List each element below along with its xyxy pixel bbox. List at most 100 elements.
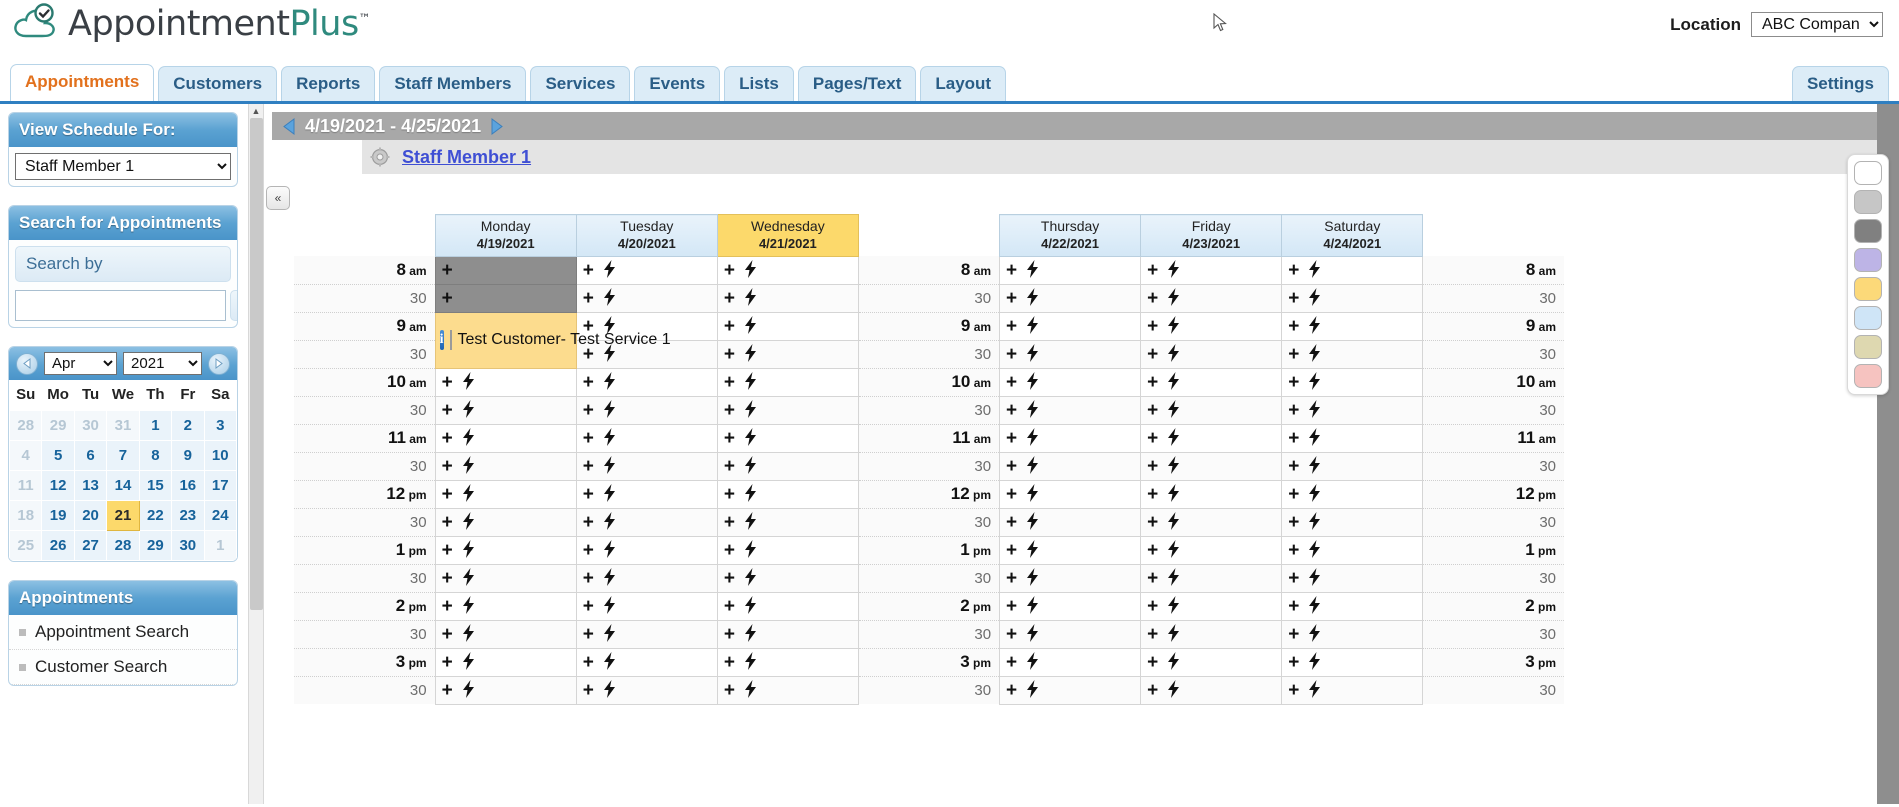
quick-appointment-icon[interactable]	[1308, 455, 1321, 477]
add-appointment-icon[interactable]: +	[1147, 541, 1158, 560]
schedule-slot-saturday-2[interactable]: +	[1281, 311, 1424, 341]
quick-appointment-icon[interactable]	[744, 427, 757, 449]
quick-appointment-icon[interactable]	[603, 539, 616, 561]
schedule-slot-monday-13[interactable]: +	[434, 619, 577, 649]
add-appointment-icon[interactable]: +	[1147, 373, 1158, 392]
quick-appointment-icon[interactable]	[603, 455, 616, 477]
calendar-day-cell[interactable]: 29	[41, 410, 75, 441]
quick-appointment-icon[interactable]	[744, 651, 757, 673]
quick-appointment-icon[interactable]	[603, 679, 616, 701]
schedule-slot-monday-15[interactable]: +	[434, 675, 577, 705]
schedule-slot-thursday-10[interactable]: +	[999, 535, 1142, 565]
schedule-slot-tuesday-9[interactable]: +	[575, 507, 718, 537]
quick-appointment-icon[interactable]	[1167, 511, 1180, 533]
quick-appointment-icon[interactable]	[1308, 427, 1321, 449]
quick-appointment-icon[interactable]	[1308, 539, 1321, 561]
schedule-slot-thursday-14[interactable]: +	[999, 647, 1142, 677]
quick-appointment-icon[interactable]	[744, 679, 757, 701]
calendar-day-cell[interactable]: 2	[171, 410, 205, 441]
add-appointment-icon[interactable]: +	[1288, 345, 1299, 364]
add-appointment-icon[interactable]: +	[1288, 569, 1299, 588]
schedule-slot-wednesday-12[interactable]: +	[716, 591, 859, 621]
schedule-slot-thursday-12[interactable]: +	[999, 591, 1142, 621]
add-appointment-icon[interactable]: +	[1006, 261, 1017, 280]
add-appointment-icon[interactable]: +	[1006, 289, 1017, 308]
quick-appointment-icon[interactable]	[462, 623, 475, 645]
calendar-day-cell[interactable]: 8	[138, 440, 173, 471]
add-appointment-icon[interactable]: +	[583, 625, 594, 644]
schedule-slot-saturday-11[interactable]: +	[1281, 563, 1424, 593]
add-appointment-icon[interactable]: +	[583, 653, 594, 672]
calendar-day-cell[interactable]: 11	[9, 470, 43, 501]
schedule-slot-wednesday-11[interactable]: +	[716, 563, 859, 593]
schedule-slot-wednesday-14[interactable]: +	[716, 647, 859, 677]
calendar-day-cell[interactable]: 15	[138, 470, 173, 501]
add-appointment-icon[interactable]: +	[1006, 681, 1017, 700]
add-appointment-icon[interactable]: +	[1147, 261, 1158, 280]
schedule-slot-saturday-7[interactable]: +	[1281, 451, 1424, 481]
tab-appointments[interactable]: Appointments	[10, 64, 155, 101]
schedule-slot-monday-4[interactable]: +	[434, 367, 577, 397]
add-appointment-icon[interactable]: +	[724, 317, 735, 336]
add-appointment-icon[interactable]: +	[1288, 541, 1299, 560]
swatch-dark-gray[interactable]	[1854, 219, 1882, 243]
quick-appointment-icon[interactable]	[603, 567, 616, 589]
quick-appointment-icon[interactable]	[744, 595, 757, 617]
add-appointment-icon[interactable]: +	[724, 261, 735, 280]
quick-appointment-icon[interactable]	[1167, 455, 1180, 477]
schedule-slot-friday-2[interactable]: +	[1140, 311, 1283, 341]
quick-appointment-icon[interactable]	[462, 483, 475, 505]
quick-appointment-icon[interactable]	[462, 567, 475, 589]
schedule-slot-saturday-9[interactable]: +	[1281, 507, 1424, 537]
quick-appointment-icon[interactable]	[744, 567, 757, 589]
schedule-slot-wednesday-6[interactable]: +	[716, 423, 859, 453]
add-appointment-icon[interactable]: +	[1006, 569, 1017, 588]
schedule-slot-saturday-8[interactable]: +	[1281, 479, 1424, 509]
schedule-slot-monday-11[interactable]: +	[434, 563, 577, 593]
quick-appointment-icon[interactable]	[462, 511, 475, 533]
schedule-slot-friday-12[interactable]: +	[1140, 591, 1283, 621]
calendar-day-cell[interactable]: 12	[41, 470, 75, 501]
schedule-slot-thursday-6[interactable]: +	[999, 423, 1142, 453]
add-appointment-icon[interactable]: +	[1006, 541, 1017, 560]
add-appointment-icon[interactable]: +	[1147, 653, 1158, 672]
schedule-slot-tuesday-13[interactable]: +	[575, 619, 718, 649]
quick-appointment-icon[interactable]	[744, 343, 757, 365]
quick-appointment-icon[interactable]	[603, 343, 616, 365]
add-appointment-icon[interactable]: +	[1288, 401, 1299, 420]
schedule-slot-saturday-6[interactable]: +	[1281, 423, 1424, 453]
add-appointment-icon[interactable]: +	[442, 569, 453, 588]
add-appointment-icon[interactable]: +	[1006, 485, 1017, 504]
calendar-day-cell[interactable]: 7	[106, 440, 140, 471]
quick-appointment-icon[interactable]	[1308, 651, 1321, 673]
quick-appointment-icon[interactable]	[1026, 623, 1039, 645]
add-appointment-icon[interactable]: +	[583, 345, 594, 364]
search-input[interactable]	[15, 290, 226, 321]
sidebar-link-appointment-search[interactable]: Appointment Search	[9, 615, 237, 650]
schedule-slot-thursday-5[interactable]: +	[999, 395, 1142, 425]
quick-appointment-icon[interactable]	[1026, 371, 1039, 393]
calendar-day-cell[interactable]: 22	[138, 500, 173, 531]
quick-appointment-icon[interactable]	[603, 483, 616, 505]
add-appointment-icon[interactable]: +	[724, 513, 735, 532]
add-appointment-icon[interactable]: +	[1288, 261, 1299, 280]
calendar-month-select[interactable]: Apr	[44, 352, 118, 375]
schedule-slot-wednesday-15[interactable]: +	[716, 675, 859, 705]
calendar-day-cell[interactable]: 30	[73, 410, 108, 441]
quick-appointment-icon[interactable]	[603, 595, 616, 617]
add-appointment-icon[interactable]: +	[1147, 429, 1158, 448]
schedule-slot-wednesday-13[interactable]: +	[716, 619, 859, 649]
calendar-day-cell[interactable]: 16	[171, 470, 205, 501]
quick-appointment-icon[interactable]	[744, 399, 757, 421]
add-appointment-icon[interactable]: +	[583, 681, 594, 700]
schedule-slot-tuesday-1[interactable]: +	[575, 283, 718, 313]
quick-appointment-icon[interactable]	[1026, 315, 1039, 337]
calendar-day-cell[interactable]: 29	[138, 530, 173, 561]
schedule-slot-wednesday-7[interactable]: +	[716, 451, 859, 481]
quick-appointment-icon[interactable]	[1167, 595, 1180, 617]
quick-appointment-icon[interactable]	[1308, 483, 1321, 505]
add-appointment-icon[interactable]: +	[1288, 681, 1299, 700]
calendar-day-cell[interactable]: 19	[41, 500, 75, 531]
add-appointment-icon[interactable]: +	[442, 373, 453, 392]
schedule-slot-monday-12[interactable]: +	[434, 591, 577, 621]
